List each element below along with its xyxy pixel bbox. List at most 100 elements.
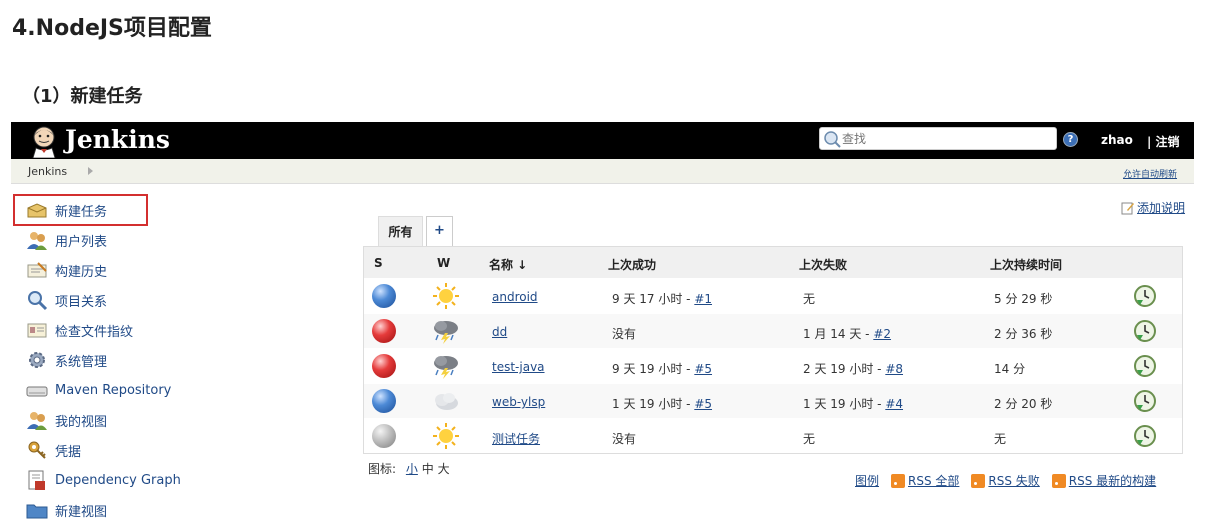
col-last-duration[interactable]: 上次持续时间 bbox=[990, 256, 1062, 273]
table-row: 测试任务 没有 无 无 bbox=[364, 418, 1182, 453]
col-weather[interactable]: W bbox=[437, 256, 450, 270]
brand-title[interactable]: Jenkins bbox=[65, 124, 170, 156]
add-description-label: 添加说明 bbox=[1137, 201, 1186, 215]
status-ball-icon bbox=[372, 424, 396, 448]
build-link[interactable]: #4 bbox=[885, 397, 903, 411]
job-name-link[interactable]: 测试任务 bbox=[492, 430, 540, 447]
col-last-failure[interactable]: 上次失败 bbox=[799, 256, 847, 273]
sidebar-item-fingerprint[interactable]: 检查文件指纹 bbox=[26, 318, 133, 342]
sidebar-label: Dependency Graph bbox=[55, 472, 181, 488]
build-link[interactable]: #1 bbox=[694, 292, 712, 306]
sunny-icon bbox=[433, 283, 459, 309]
sidebar-item-users[interactable]: 用户列表 bbox=[26, 228, 107, 252]
build-history-icon bbox=[27, 262, 47, 278]
icon-size-large[interactable]: 大 bbox=[438, 462, 450, 476]
build-link[interactable]: #5 bbox=[694, 397, 712, 411]
table-row: test-java 9 天 19 小时 - #5 2 天 19 小时 - #8 … bbox=[364, 348, 1182, 383]
tab-add-view[interactable]: + bbox=[426, 216, 453, 246]
sidebar-item-new-view[interactable]: 新建视图 bbox=[26, 498, 107, 522]
col-last-success[interactable]: 上次成功 bbox=[608, 256, 656, 273]
schedule-build-icon[interactable] bbox=[1133, 389, 1157, 413]
jobs-table: S W 名称 ↓ 上次成功 上次失败 上次持续时间 android 9 天 17… bbox=[363, 246, 1183, 454]
folder-icon bbox=[26, 504, 48, 519]
last-failure: 无 bbox=[803, 290, 815, 307]
table-row: dd 没有 1 月 14 天 - #2 2 分 36 秒 bbox=[364, 313, 1182, 348]
last-success-text: 9 天 17 小时 - bbox=[612, 292, 695, 306]
build-link[interactable]: #2 bbox=[873, 327, 891, 341]
jenkins-butler-icon[interactable] bbox=[27, 124, 61, 158]
sidebar-item-credentials[interactable]: 凭据 bbox=[26, 438, 81, 462]
sidebar-label: 新建视图 bbox=[55, 504, 108, 520]
status-ball-icon bbox=[372, 284, 396, 308]
build-link[interactable]: #5 bbox=[694, 362, 712, 376]
col-name[interactable]: 名称 ↓ bbox=[489, 256, 527, 273]
graph-icon bbox=[28, 470, 45, 490]
users-icon bbox=[27, 232, 47, 250]
schedule-build-icon[interactable] bbox=[1133, 424, 1157, 448]
last-failure: 1 天 19 小时 - #4 bbox=[803, 395, 903, 412]
rss-all-link[interactable]: RSS 全部 bbox=[908, 472, 959, 489]
table-row: web-ylsp 1 天 19 小时 - #5 1 天 19 小时 - #4 2… bbox=[364, 383, 1182, 418]
last-failure-text: 无 bbox=[803, 292, 816, 306]
rss-failed-link[interactable]: RSS 失败 bbox=[988, 472, 1039, 489]
doc-subheading: （1）新建任务 bbox=[22, 86, 143, 107]
last-duration: 无 bbox=[994, 432, 1007, 446]
users-icon bbox=[27, 412, 47, 430]
sidebar-item-project-relationship[interactable]: 项目关系 bbox=[26, 288, 107, 312]
logout-link[interactable]: | 注销 bbox=[1147, 133, 1180, 150]
legend-link[interactable]: 图例 bbox=[855, 472, 879, 489]
jenkins-screenshot: Jenkins ? zhao | 注销 Jenkins 允许自动刷新 新建任务 … bbox=[11, 122, 1194, 523]
search-input[interactable] bbox=[842, 129, 1052, 148]
status-ball-icon bbox=[372, 354, 396, 378]
search-box[interactable] bbox=[819, 127, 1057, 150]
build-link[interactable]: #8 bbox=[885, 362, 903, 376]
last-success-text: 1 天 19 小时 - bbox=[612, 397, 695, 411]
sidebar-item-my-views[interactable]: 我的视图 bbox=[26, 408, 107, 432]
doc-heading: 4.NodeJS项目配置 bbox=[12, 16, 212, 41]
breadcrumb-jenkins[interactable]: Jenkins bbox=[28, 165, 67, 178]
last-success-text: 9 天 19 小时 - bbox=[612, 362, 695, 376]
sidebar-label: Maven Repository bbox=[55, 382, 172, 398]
last-success-text: 没有 bbox=[612, 327, 637, 341]
sidebar-label: 凭据 bbox=[55, 444, 82, 460]
last-success: 没有 bbox=[612, 430, 636, 447]
breadcrumb-arrow-icon[interactable] bbox=[88, 167, 93, 175]
sidebar-item-new-item[interactable]: 新建任务 bbox=[26, 198, 107, 222]
schedule-build-icon[interactable] bbox=[1133, 319, 1157, 343]
last-success-text: 没有 bbox=[612, 432, 637, 446]
sidebar-item-maven-repository[interactable]: Maven Repository bbox=[26, 378, 171, 402]
edit-icon bbox=[1121, 202, 1134, 214]
table-row: android 9 天 17 小时 - #1 无 5 分 29 秒 bbox=[364, 278, 1182, 313]
sidebar-label: 检查文件指纹 bbox=[55, 324, 134, 340]
sidebar-label: 系统管理 bbox=[55, 354, 108, 370]
drive-icon bbox=[26, 386, 48, 397]
tab-all[interactable]: 所有 bbox=[378, 216, 423, 246]
sunny-icon bbox=[433, 423, 459, 449]
icon-size-medium[interactable]: 中 bbox=[422, 462, 434, 476]
job-name-link[interactable]: dd bbox=[492, 325, 507, 339]
last-success: 9 天 17 小时 - #1 bbox=[612, 290, 712, 307]
search-icon bbox=[824, 131, 841, 148]
job-name-link[interactable]: web-ylsp bbox=[492, 395, 545, 409]
job-name-link[interactable]: android bbox=[492, 290, 538, 304]
sidebar-item-dependency-graph[interactable]: Dependency Graph bbox=[26, 468, 181, 492]
icon-size-label: 图标: bbox=[368, 462, 397, 476]
schedule-build-icon[interactable] bbox=[1133, 284, 1157, 308]
icon-size-small[interactable]: 小 bbox=[406, 462, 418, 476]
auto-refresh-link[interactable]: 允许自动刷新 bbox=[1123, 167, 1177, 180]
user-link[interactable]: zhao bbox=[1101, 133, 1133, 147]
rss-latest-link[interactable]: RSS 最新的构建 bbox=[1069, 472, 1156, 489]
last-duration: 2 分 36 秒 bbox=[994, 327, 1053, 341]
help-icon[interactable]: ? bbox=[1063, 132, 1078, 147]
last-success: 9 天 19 小时 - #5 bbox=[612, 360, 712, 377]
search-icon bbox=[28, 291, 48, 311]
col-status[interactable]: S bbox=[374, 256, 383, 270]
add-description-link[interactable]: 添加说明 bbox=[1121, 199, 1185, 216]
sidebar-label: 用户列表 bbox=[55, 234, 108, 250]
feeds-bar: 图例 RSS 全部 RSS 失败 RSS 最新的构建 bbox=[855, 472, 1156, 489]
sidebar-item-build-history[interactable]: 构建历史 bbox=[26, 258, 107, 282]
schedule-build-icon[interactable] bbox=[1133, 354, 1157, 378]
sidebar-item-manage[interactable]: 系统管理 bbox=[26, 348, 107, 372]
job-name-link[interactable]: test-java bbox=[492, 360, 545, 374]
storm-icon bbox=[434, 356, 458, 379]
